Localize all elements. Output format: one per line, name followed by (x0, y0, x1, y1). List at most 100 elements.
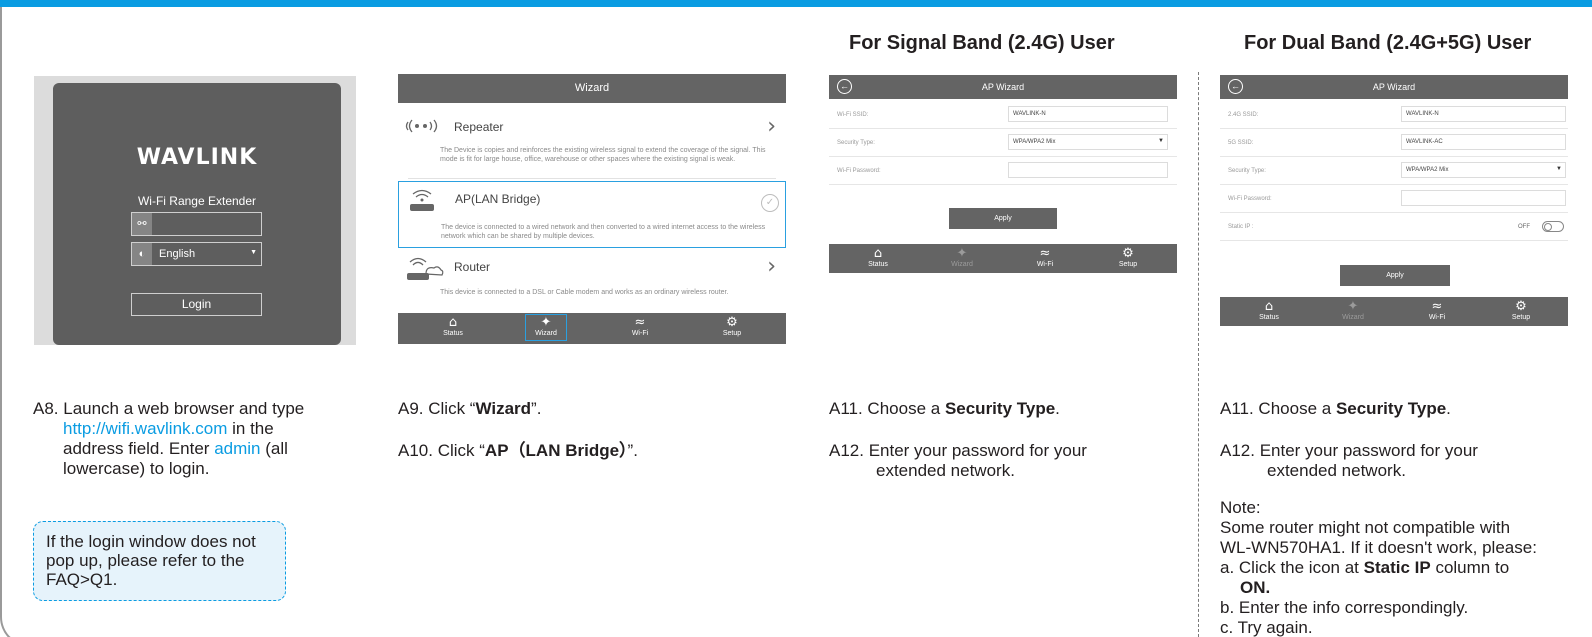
login-subtitle: Wi-Fi Range Extender (137, 194, 257, 208)
a8-text-line2-end: (all (260, 439, 288, 458)
wavlink-url-link[interactable]: http://wifi.wavlink.com (63, 419, 227, 438)
tab-setup[interactable]: ⚙ Setup (702, 315, 762, 337)
a8-text-line3: lowercase) to login. (63, 459, 210, 478)
note-line2: WL-WN570HA1. If it doesn't work, please: (1220, 538, 1537, 557)
tab-wifi[interactable]: ≈ Wi-Fi (610, 315, 670, 337)
wifi-ssid-row: Wi-Fi SSID: WAVLINK-N (829, 101, 1177, 129)
login-screenshot: WAVLINK Wi-Fi Range Extender ⚯ ◐ English… (34, 76, 356, 345)
wizard-item-repeater[interactable]: Repeater › The Device is copies and rein… (398, 110, 786, 178)
a8-text: A8. Launch a web browser and type (33, 399, 305, 418)
a12-text: A12. Enter your password for your (1220, 441, 1478, 460)
wifi-ssid-input[interactable]: WAVLINK-N (1008, 106, 1168, 122)
a12-text-line2: extended network. (876, 461, 1015, 480)
step-a10: A10. Click “AP（LAN Bridge）”. (398, 441, 638, 461)
caret-down-icon: ▼ (250, 249, 257, 256)
step-a11-single: A11. Choose a Security Type. (829, 399, 1060, 419)
tab-wifi[interactable]: ≈ Wi-Fi (1407, 299, 1467, 321)
a10-text: A10. Click “ (398, 441, 485, 460)
ap-wizard-title: AP Wizard (1220, 75, 1568, 99)
step-a9: A9. Click “Wizard”. (398, 399, 541, 419)
wifi-password-input[interactable] (1008, 162, 1168, 178)
static-ip-state: OFF (1518, 224, 1530, 230)
tab-wizard[interactable]: ✦ Wizard (525, 314, 567, 341)
lock-icon: ⚯ (132, 213, 152, 235)
language-value: English (159, 248, 196, 260)
tab-wizard[interactable]: ✦ Wizard (1323, 299, 1383, 321)
security-type-select[interactable]: WPA/WPA2 Mix ▼ (1008, 134, 1168, 150)
single-band-heading: For Signal Band (2.4G) User (849, 32, 1115, 54)
login-button[interactable]: Login (131, 293, 262, 316)
language-select[interactable]: ◐ English ▼ (131, 242, 262, 266)
wand-icon: ✦ (1347, 299, 1359, 314)
dual-band-heading: For Dual Band (2.4G+5G) User (1244, 32, 1532, 54)
separator (408, 178, 776, 179)
a9-suffix: ”. (531, 399, 542, 418)
ssid-24g-input[interactable]: WAVLINK-N (1401, 106, 1566, 122)
tab-setup[interactable]: ⚙ Setup (1098, 246, 1158, 268)
caret-down-icon: ▼ (1158, 138, 1164, 144)
a11-suffix: . (1055, 399, 1060, 418)
back-arrow-icon[interactable]: ← (837, 79, 852, 94)
ap-wizard-dual: AP Wizard ← 2.4G SSID: WAVLINK-N 5G SSID… (1220, 75, 1568, 326)
security-type-row: Security Type: WPA/WPA2 Mix ▼ (829, 129, 1177, 157)
a12-text-line2: extended network. (1267, 461, 1406, 480)
tab-status[interactable]: ⌂ Status (848, 246, 908, 268)
home-icon: ⌂ (1264, 299, 1274, 314)
dual-band-note: Note: Some router might not compatible w… (1220, 498, 1590, 637)
toggle-knob (1544, 223, 1552, 231)
ap-wizard-single: AP Wizard ← Wi-Fi SSID: WAVLINK-N Securi… (829, 75, 1177, 273)
ssid-5g-input[interactable]: WAVLINK-AC (1401, 134, 1566, 150)
wifi-icon: ≈ (634, 315, 646, 330)
note-title: Note: (1220, 498, 1261, 517)
tab-setup[interactable]: ⚙ Setup (1491, 299, 1551, 321)
wifi-icon: ≈ (1431, 299, 1443, 314)
step-a12-dual: A12. Enter your password for your extend… (1220, 441, 1478, 481)
note-a-on: ON. (1240, 578, 1271, 597)
back-arrow-icon[interactable]: ← (1228, 79, 1243, 94)
a10-bold: AP（LAN Bridge） (484, 441, 628, 460)
router-description: This device is connected to a DSL or Cab… (440, 289, 729, 296)
note-a-bold: Static IP (1363, 558, 1431, 577)
security-type-row: Security Type: WPA/WPA2 Mix ▼ (1220, 157, 1568, 185)
tab-wizard[interactable]: ✦ Wizard (932, 246, 992, 268)
a9-text: A9. Click “ (398, 399, 476, 418)
apply-button[interactable]: Apply (1340, 265, 1450, 286)
wizard-screenshot: Wizard Repeater › The Device is copies a… (398, 74, 786, 344)
gear-icon: ⚙ (1122, 246, 1134, 261)
home-icon: ⌂ (873, 246, 883, 261)
password-field[interactable]: ⚯ (131, 212, 262, 236)
a11-suffix: . (1446, 399, 1451, 418)
wifi-password-row: Wi-Fi Password: (829, 157, 1177, 185)
wizard-item-ap-lan-bridge[interactable]: AP(LAN Bridge) ✓ The device is connected… (398, 181, 786, 248)
a9-bold: Wizard (475, 399, 532, 418)
tab-wifi[interactable]: ≈ Wi-Fi (1015, 246, 1075, 268)
tab-status[interactable]: ⌂ Status (1239, 299, 1299, 321)
a8-text-mid: in the (227, 419, 274, 438)
tab-status[interactable]: ⌂ Status (423, 315, 483, 337)
repeater-title: Repeater (454, 120, 504, 134)
wifi-password-row: Wi-Fi Password: (1220, 185, 1568, 213)
note-b: b. Enter the info correspondingly. (1220, 598, 1469, 617)
ap-bridge-title: AP(LAN Bridge) (455, 192, 541, 206)
a11-text: A11. Choose a (1220, 399, 1336, 418)
wavlink-logo: WAVLINK (136, 145, 258, 170)
step-a11-dual: A11. Choose a Security Type. (1220, 399, 1451, 419)
ap-wizard-title: AP Wizard (829, 75, 1177, 99)
wizard-item-router[interactable]: Router › This device is connected to a D… (398, 250, 786, 310)
security-type-select[interactable]: WPA/WPA2 Mix ▼ (1401, 162, 1566, 178)
chevron-right-icon: › (767, 114, 776, 139)
wifi-password-input[interactable] (1401, 190, 1566, 206)
static-ip-toggle[interactable] (1542, 221, 1564, 232)
note-line1: Some router might not compatible with (1220, 518, 1511, 537)
check-circle-icon: ✓ (761, 194, 779, 212)
note-a-suffix: column to (1430, 558, 1510, 577)
step-a12-single: A12. Enter your password for your extend… (829, 441, 1087, 481)
apply-button[interactable]: Apply (949, 208, 1057, 229)
section-divider (1198, 72, 1199, 637)
chevron-right-icon: › (767, 254, 776, 279)
top-accent-bar (0, 0, 1592, 7)
router-title: Router (454, 260, 491, 274)
ap-dual-tab-bar: ⌂ Status ✦ Wizard ≈ Wi-Fi ⚙ Setup (1220, 297, 1568, 326)
note-c: c. Try again. (1220, 618, 1313, 637)
a8-text-line2: address field. Enter (63, 439, 215, 458)
